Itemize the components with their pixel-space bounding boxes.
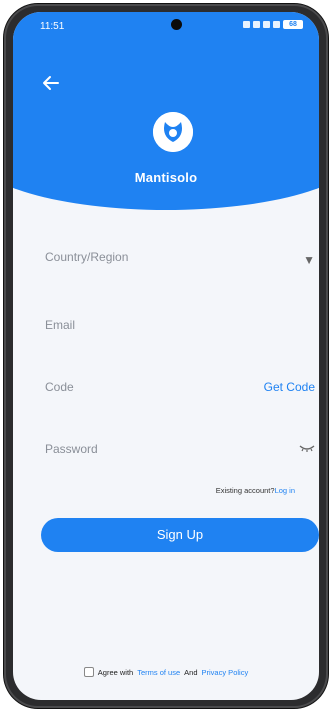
back-arrow-icon[interactable] (40, 72, 62, 94)
agreement-row: Agree with Terms of use And Privacy Poli… (13, 667, 319, 677)
eye-closed-icon[interactable] (299, 442, 315, 456)
phone-frame: 11:51 68 Mantisolo Country/Region ▼ Emai… (4, 4, 328, 708)
email-field[interactable]: Email (45, 312, 315, 342)
agree-checkbox[interactable] (83, 667, 94, 677)
status-time: 11:51 (40, 21, 65, 32)
password-label: Password (45, 442, 98, 456)
login-link[interactable]: Log in (275, 486, 295, 495)
agree-prefix: Agree with (97, 667, 134, 677)
sign-up-button[interactable]: Sign Up (41, 518, 319, 552)
dropdown-chevron-icon[interactable]: ▼ (303, 253, 315, 267)
signal-icon (273, 21, 280, 28)
get-code-button[interactable]: Get Code (264, 380, 315, 394)
battery-icon: 68 (283, 20, 303, 29)
camera-cutout (171, 19, 182, 30)
country-region-label: Country/Region (45, 250, 129, 264)
existing-account-row: Existing account?Log in (216, 486, 295, 495)
country-region-select[interactable]: Country/Region ▼ (45, 244, 315, 274)
location-icon (253, 21, 260, 28)
password-field[interactable]: Password (45, 436, 315, 466)
terms-of-use-link[interactable]: Terms of use (137, 668, 180, 677)
brand-logo-icon (153, 112, 193, 152)
brand-name: Mantisolo (134, 170, 198, 185)
app-screen: 11:51 68 Mantisolo Country/Region ▼ Emai… (13, 12, 319, 700)
existing-account-text: Existing account? (215, 486, 275, 495)
alarm-icon (243, 21, 250, 28)
status-icons: 68 (243, 20, 303, 29)
privacy-policy-link[interactable]: Privacy Policy (202, 668, 249, 677)
status-bar: 11:51 68 (13, 12, 319, 40)
code-label: Code (45, 380, 74, 394)
email-label: Email (45, 318, 76, 332)
code-field[interactable]: Code Get Code (45, 374, 315, 404)
agree-and: And (184, 667, 198, 677)
wifi-icon (263, 21, 270, 28)
